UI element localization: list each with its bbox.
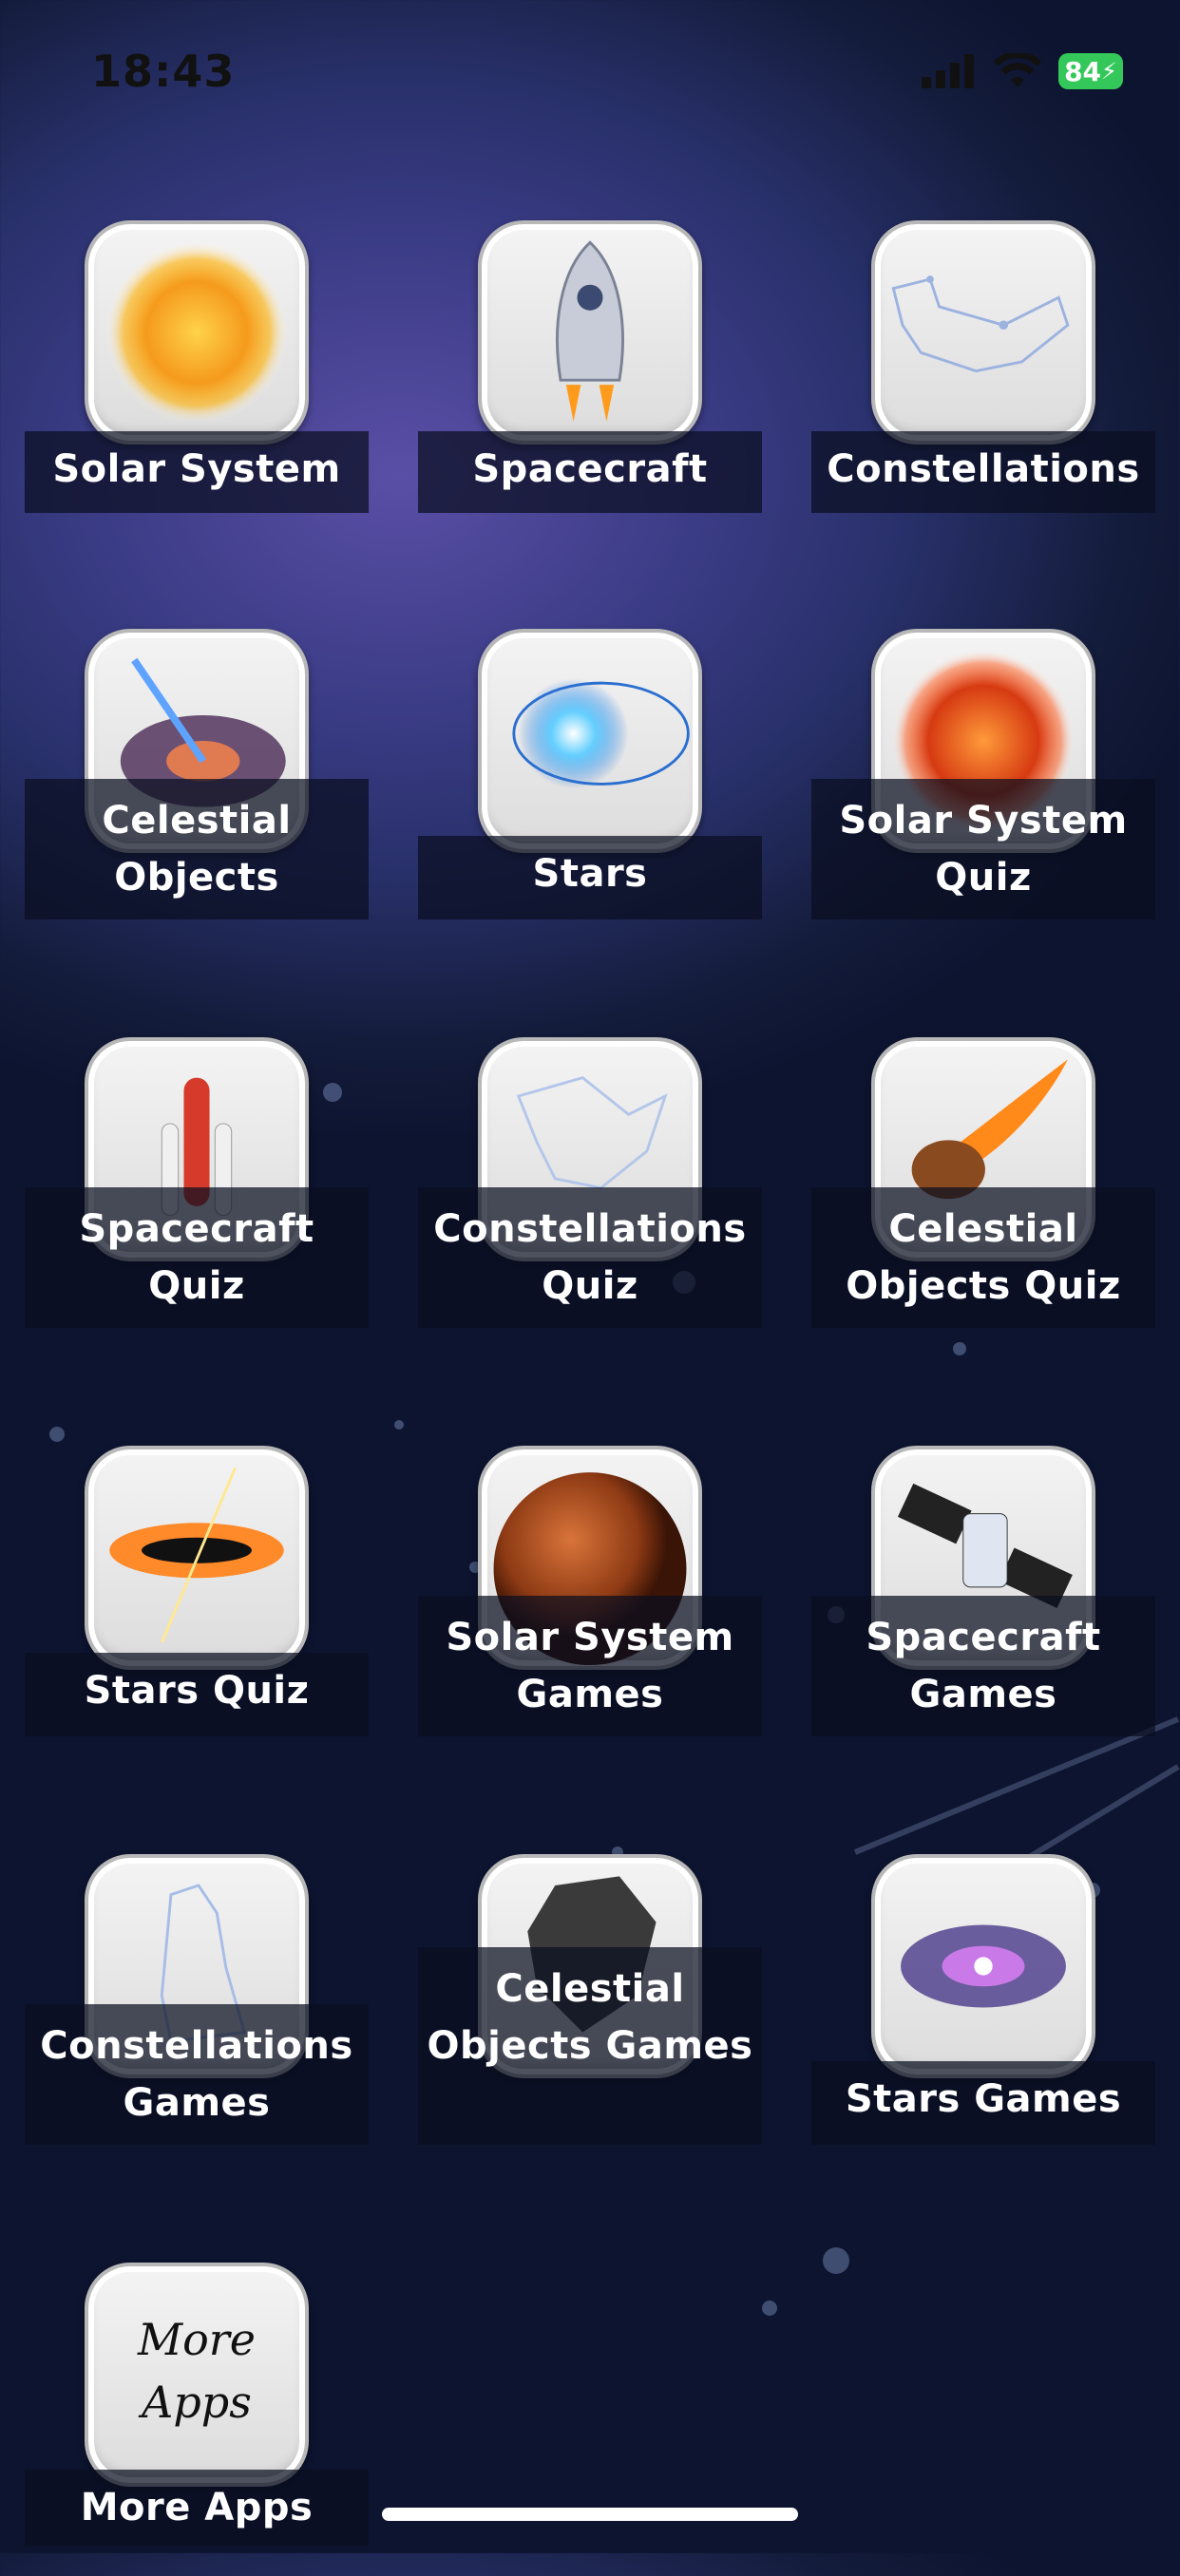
tile-label: Constellations Quiz	[418, 1187, 762, 1328]
tile-label: Celestial Objects	[25, 779, 369, 919]
tile-celestial-objects-games[interactable]: Celestial Objects Games	[418, 1854, 762, 2168]
more-apps-icon-text: More Apps	[137, 2314, 256, 2428]
tile-stars-games[interactable]: Stars Games	[811, 1854, 1155, 2168]
tile-label: Solar System	[25, 431, 369, 513]
tile-label: Celestial Objects Games	[418, 1947, 762, 2145]
tile-stars-quiz[interactable]: Stars Quiz	[25, 1446, 369, 1759]
sun-icon	[85, 220, 309, 445]
tile-stars[interactable]: Stars	[418, 629, 762, 942]
tile-label: Solar System Quiz	[811, 779, 1155, 919]
app-grid: Solar System Spacecraft Constellations C…	[0, 0, 1180, 2553]
tile-solar-system[interactable]: Solar System	[25, 220, 369, 534]
tile-spacecraft[interactable]: Spacecraft	[418, 220, 762, 534]
tile-constellations-games[interactable]: Constellations Games	[25, 1854, 369, 2168]
tile-spacecraft-quiz[interactable]: Spacecraft Quiz	[25, 1037, 369, 1351]
tile-label: Constellations Games	[25, 2004, 369, 2145]
tile-label: More Apps	[25, 2470, 369, 2546]
tile-constellations-quiz[interactable]: Constellations Quiz	[418, 1037, 762, 1351]
home-indicator[interactable]	[382, 2508, 798, 2521]
fox-constellation-icon	[871, 220, 1095, 445]
more-apps-icon: More Apps	[85, 2263, 309, 2487]
tile-constellations[interactable]: Constellations	[811, 220, 1155, 534]
tile-label: Celestial Objects Quiz	[811, 1187, 1155, 1328]
tile-label: Stars Quiz	[25, 1653, 369, 1736]
tile-label: Spacecraft Games	[811, 1596, 1155, 1736]
tile-label: Stars Games	[811, 2061, 1155, 2145]
neutron-star-icon	[478, 629, 702, 853]
tile-celestial-objects-quiz[interactable]: Celestial Objects Quiz	[811, 1037, 1155, 1351]
tile-label: Solar System Games	[418, 1596, 762, 1736]
tile-label: Spacecraft Quiz	[25, 1187, 369, 1328]
tile-celestial-objects[interactable]: Celestial Objects	[25, 629, 369, 942]
tile-label: Stars	[418, 836, 762, 919]
tile-more-apps[interactable]: More Apps More Apps	[25, 2263, 369, 2576]
tile-solar-system-quiz[interactable]: Solar System Quiz	[811, 629, 1155, 942]
tile-label: Spacecraft	[418, 431, 762, 513]
galaxy-icon	[871, 1854, 1095, 2078]
tile-solar-system-games[interactable]: Solar System Games	[418, 1446, 762, 1759]
tile-spacecraft-games[interactable]: Spacecraft Games	[811, 1446, 1155, 1759]
capsule-icon	[478, 220, 702, 445]
tile-label: Constellations	[811, 431, 1155, 513]
accretion-disk-icon	[85, 1446, 309, 1670]
